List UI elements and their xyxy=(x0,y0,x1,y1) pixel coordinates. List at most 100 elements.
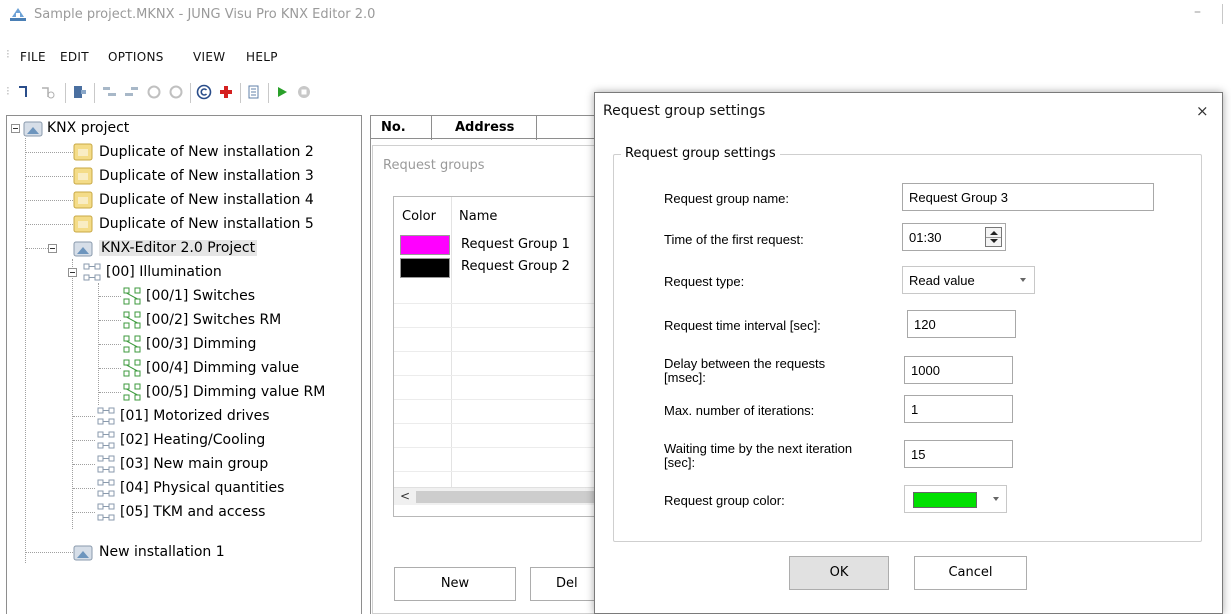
grid-line xyxy=(394,399,599,400)
delay-input[interactable]: 1000 xyxy=(904,356,1013,384)
tree-connector xyxy=(26,152,73,153)
tree-item-new-installation-1[interactable]: New installation 1 xyxy=(7,540,357,564)
spin-up-icon[interactable] xyxy=(990,231,998,235)
menu-file[interactable]: FILE xyxy=(20,50,46,64)
tree-item-group-03[interactable]: [03] New main group xyxy=(7,452,357,476)
menu-help[interactable]: HELP xyxy=(246,50,278,64)
tree-item-duplicate-4[interactable]: Duplicate of New installation 4 xyxy=(7,188,357,212)
scrollbar-thumb[interactable] xyxy=(416,491,599,503)
tree-item-group-00[interactable]: [00] Illumination xyxy=(7,260,357,284)
column-color[interactable]: Color xyxy=(402,209,436,224)
play-icon[interactable] xyxy=(274,84,290,100)
group-address-icon xyxy=(83,263,101,281)
column-address[interactable]: Address xyxy=(455,120,514,135)
tree-item-root[interactable]: KNX project xyxy=(7,116,357,140)
new-group-icon[interactable] xyxy=(16,84,32,100)
tree-item-00-4[interactable]: [00/4] Dimming value xyxy=(7,356,357,380)
grid-line xyxy=(394,351,599,352)
color-swatch[interactable] xyxy=(400,235,450,255)
scroll-left-icon[interactable]: < xyxy=(400,489,410,503)
new-subgroup-icon[interactable] xyxy=(40,84,56,100)
tree-item-group-04[interactable]: [04] Physical quantities xyxy=(7,476,357,500)
request-group-name[interactable]: Request Group 1 xyxy=(461,237,570,252)
tree-item-duplicate-2[interactable]: Duplicate of New installation 2 xyxy=(7,140,357,164)
toolbar-separator xyxy=(268,83,269,103)
time-spinner[interactable] xyxy=(985,227,1002,247)
group-legend: Request group settings xyxy=(621,146,780,161)
tree-item-duplicate-5[interactable]: Duplicate of New installation 5 xyxy=(7,212,357,236)
tree-connector xyxy=(26,200,73,201)
waiting-label: Waiting time by the next iteration [sec]: xyxy=(664,442,852,470)
collapse-icon[interactable] xyxy=(124,84,140,100)
column-no[interactable]: No. xyxy=(381,120,406,135)
color-select[interactable] xyxy=(904,485,1007,513)
tree-item-duplicate-3[interactable]: Duplicate of New installation 3 xyxy=(7,164,357,188)
add-icon[interactable] xyxy=(218,84,234,100)
chevron-down-icon xyxy=(1020,278,1026,282)
new-button[interactable]: New xyxy=(394,567,516,601)
menu-bar: ⁝ FILE EDIT OPTIONS VIEW HELP xyxy=(0,44,600,66)
request-type-select[interactable]: Read value xyxy=(902,266,1035,294)
grid-line xyxy=(394,375,599,376)
properties-icon[interactable] xyxy=(246,84,262,100)
tree-item-group-01[interactable]: [01] Motorized drives xyxy=(7,404,357,428)
tree-item-00-2[interactable]: [00/2] Switches RM xyxy=(7,308,357,332)
tree-item-group-02[interactable]: [02] Heating/Cooling xyxy=(7,428,357,452)
menu-options[interactable]: OPTIONS xyxy=(108,50,164,64)
collapse-expander-icon[interactable] xyxy=(48,244,57,253)
toolbar-separator xyxy=(240,83,241,103)
name-input[interactable]: Request Group 3 xyxy=(902,183,1154,211)
project-tree: KNX project Duplicate of New installatio… xyxy=(6,115,362,614)
minimize-button[interactable]: – xyxy=(1194,4,1201,20)
tree-item-00-1[interactable]: [00/1] Switches xyxy=(7,284,357,308)
tree-label: [01] Motorized drives xyxy=(120,408,270,424)
copyright-icon[interactable] xyxy=(196,84,212,100)
waiting-input[interactable]: 15 xyxy=(904,440,1013,468)
tree-item-00-5[interactable]: [00/5] Dimming value RM xyxy=(7,380,357,404)
project-icon xyxy=(23,121,43,137)
collapse-expander-icon[interactable] xyxy=(11,124,20,133)
menu-edit[interactable]: EDIT xyxy=(60,50,89,64)
tree-connector xyxy=(99,368,121,369)
expand-icon[interactable] xyxy=(102,84,118,100)
menu-view[interactable]: VIEW xyxy=(193,50,225,64)
tree-connector xyxy=(99,392,121,393)
tree-item-00-3[interactable]: [00/3] Dimming xyxy=(7,332,357,356)
first-request-time-input[interactable]: 01:30 xyxy=(902,223,1006,251)
color-swatch[interactable] xyxy=(400,258,450,278)
group-address-green-icon xyxy=(123,359,141,377)
group-address-icon xyxy=(97,431,115,449)
iterations-input[interactable]: 1 xyxy=(904,395,1013,423)
interval-input[interactable]: 120 xyxy=(907,310,1016,338)
collapse-expander-icon[interactable] xyxy=(68,268,77,277)
grid-line xyxy=(394,447,599,448)
name-label: Request group name: xyxy=(664,191,790,206)
tree-item-knx-editor-project[interactable]: KNX-Editor 2.0 Project xyxy=(7,236,357,260)
toolbar-separator xyxy=(190,83,191,103)
selected-color-swatch xyxy=(913,492,977,508)
request-group-name[interactable]: Request Group 2 xyxy=(461,259,570,274)
stop-icon[interactable] xyxy=(296,84,312,100)
column-separator xyxy=(451,197,452,487)
column-name[interactable]: Name xyxy=(459,209,497,224)
grid-line xyxy=(394,423,599,424)
cancel-button[interactable]: Cancel xyxy=(914,556,1027,590)
maximize-button[interactable] xyxy=(1222,4,1231,24)
close-icon[interactable]: × xyxy=(1196,102,1209,120)
spin-down-icon[interactable] xyxy=(990,239,998,243)
ok-button[interactable]: OK xyxy=(789,556,889,590)
column-separator xyxy=(431,116,432,140)
horizontal-scrollbar[interactable]: < xyxy=(394,487,599,505)
delay-label-line1: Delay between the requests xyxy=(664,356,826,371)
tree-connector xyxy=(73,440,95,441)
tree-item-group-05[interactable]: [05] TKM and access xyxy=(7,500,357,524)
tree-label: [00/2] Switches RM xyxy=(146,312,282,328)
tree-label: [02] Heating/Cooling xyxy=(120,432,266,448)
tree-label: KNX-Editor 2.0 Project xyxy=(99,240,258,256)
redo-icon[interactable] xyxy=(168,84,184,100)
chevron-down-icon xyxy=(993,497,999,501)
import-icon[interactable] xyxy=(72,84,88,100)
undo-icon[interactable] xyxy=(146,84,162,100)
tree-connector xyxy=(26,176,73,177)
tree-connector xyxy=(99,344,121,345)
